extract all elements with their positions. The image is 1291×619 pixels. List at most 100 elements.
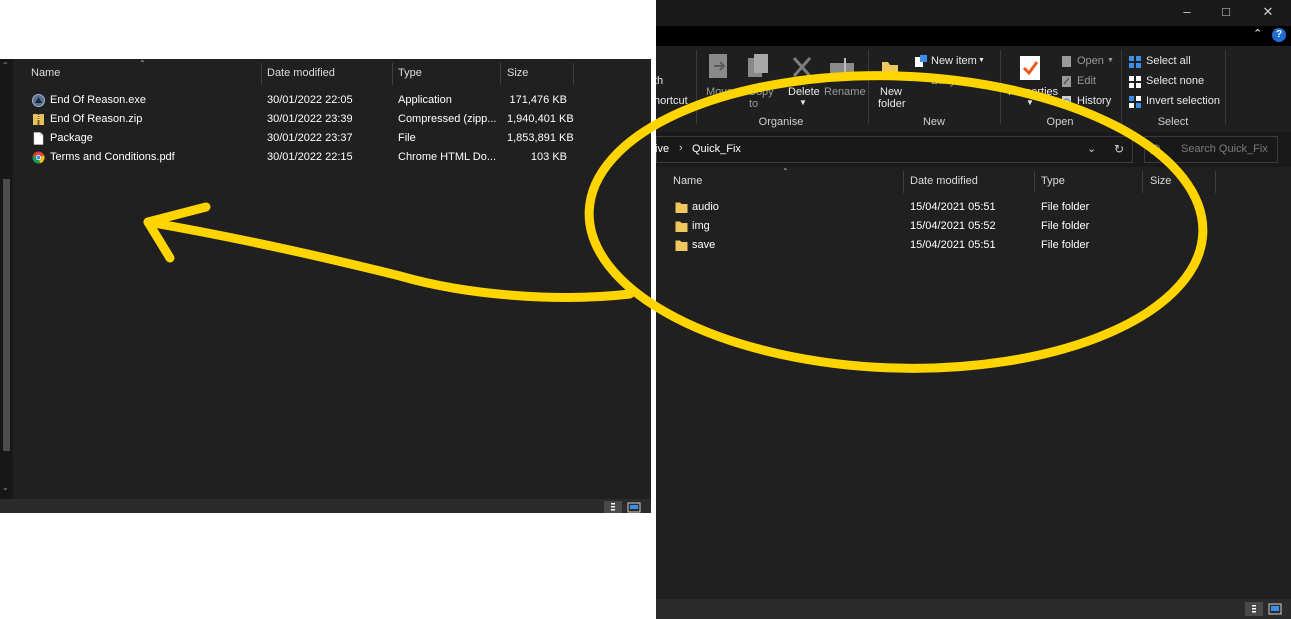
select-group-label: Select <box>1157 116 1189 128</box>
details-view-icon <box>611 503 615 511</box>
copy-to-label[interactable]: Copy <box>748 86 774 98</box>
large-icons-view-button[interactable] <box>1266 602 1284 616</box>
column-header-date[interactable]: Date modified <box>267 59 335 88</box>
title-bar[interactable]: – □ ✕ <box>656 0 1291 26</box>
file-name: Terms and Conditions.pdf <box>50 151 175 163</box>
scrollbar-thumb[interactable] <box>3 179 10 451</box>
file-date: 30/01/2022 22:15 <box>267 151 353 163</box>
large-icons-view-button[interactable] <box>625 501 643 513</box>
sort-ascending-icon: ⌃ <box>782 167 789 176</box>
column-header-type[interactable]: Type <box>1041 167 1065 196</box>
select-none-label: Select none <box>1146 75 1205 87</box>
file-date: 30/01/2022 23:37 <box>267 132 353 144</box>
edit-label: Edit <box>1077 75 1096 87</box>
move-to-icon <box>709 54 727 78</box>
chrome-icon <box>32 151 45 164</box>
search-box[interactable]: Search Quick_Fix <box>1144 136 1278 163</box>
delete-dropdown-icon[interactable]: ▼ <box>799 98 807 107</box>
column-divider[interactable] <box>261 63 262 85</box>
new-folder-label-2[interactable]: folder <box>878 98 906 110</box>
collapse-ribbon-icon[interactable]: ⌃ <box>1253 27 1262 40</box>
folder-icon <box>675 202 688 213</box>
group-divider <box>696 50 697 124</box>
copy-path-label-partial[interactable]: th <box>656 75 663 87</box>
file-date: 30/01/2022 23:39 <box>267 113 353 125</box>
new-folder-icon <box>882 62 898 80</box>
folder-name: audio <box>692 201 719 213</box>
file-row-zip[interactable]: End Of Reason.zip 30/01/2022 23:39 Compr… <box>13 110 643 129</box>
column-divider[interactable] <box>573 63 574 85</box>
properties-label[interactable]: Properties <box>1008 86 1058 98</box>
maximize-icon[interactable]: □ <box>1216 4 1236 20</box>
file-type: Compressed (zipp... <box>398 113 497 125</box>
file-row-pdf[interactable]: Terms and Conditions.pdf 30/01/2022 22:1… <box>13 148 643 167</box>
help-icon[interactable]: ? <box>1272 28 1286 42</box>
copy-to-label-2[interactable]: to <box>749 98 758 110</box>
open-group-label: Open <box>1046 116 1074 128</box>
scroll-down-icon[interactable]: ⌄ <box>2 483 9 492</box>
address-history-dropdown-icon[interactable]: ⌄ <box>1087 142 1096 155</box>
select-none-icon <box>1129 76 1141 88</box>
rename-label[interactable]: Rename <box>824 86 866 98</box>
file-type: Application <box>398 94 452 106</box>
column-divider[interactable] <box>392 63 393 85</box>
right-file-list: ⌃ Name Date modified Type Size audio 15/… <box>656 167 1291 599</box>
rename-button[interactable] <box>828 54 856 82</box>
properties-dropdown-icon[interactable]: ▼ <box>1026 98 1034 107</box>
file-name: End Of Reason.zip <box>50 113 143 125</box>
delete-label[interactable]: Delete <box>788 86 820 98</box>
details-view-button[interactable] <box>1245 602 1263 616</box>
select-all-label: Select all <box>1146 55 1191 67</box>
details-view-button[interactable] <box>604 501 622 513</box>
properties-button[interactable] <box>1018 54 1042 82</box>
column-divider[interactable] <box>1034 171 1035 193</box>
new-item-dropdown-icon: ▼ <box>978 57 985 64</box>
file-row-exe[interactable]: End Of Reason.exe 30/01/2022 22:05 Appli… <box>13 91 643 110</box>
refresh-icon[interactable]: ↻ <box>1114 142 1124 156</box>
file-row-package[interactable]: Package 30/01/2022 23:37 File 1,853,891 … <box>13 129 643 148</box>
file-name: End Of Reason.exe <box>50 94 147 106</box>
column-header-size[interactable]: Size <box>1150 167 1171 196</box>
scroll-up-icon[interactable]: ⌃ <box>2 61 9 70</box>
large-icons-view-icon <box>1268 603 1282 615</box>
left-vertical-scrollbar[interactable]: ⌃ ⌄ <box>0 59 12 499</box>
folder-type: File folder <box>1041 201 1090 213</box>
paste-shortcut-label-partial[interactable]: hortcut <box>656 95 688 107</box>
organise-group-label: Organise <box>758 116 804 128</box>
file-size: 103 KB <box>530 151 567 163</box>
breadcrumb-current[interactable]: Quick_Fix <box>692 143 741 155</box>
folder-name: save <box>692 239 716 251</box>
folder-type: File folder <box>1041 239 1090 251</box>
group-divider <box>1225 50 1226 124</box>
breadcrumb-chevron-icon[interactable]: › <box>679 142 683 154</box>
right-explorer-window: – □ ✕ ⌃ ? th hortcut Move Copy to <box>656 0 1291 619</box>
column-divider[interactable] <box>1142 171 1143 193</box>
column-divider[interactable] <box>903 171 904 193</box>
select-all-icon <box>1129 56 1141 68</box>
history-label: History <box>1077 95 1112 107</box>
folder-row-img[interactable]: img 15/04/2021 05:52 File folder <box>656 217 1286 236</box>
copy-to-icon <box>748 54 768 77</box>
new-folder-button[interactable] <box>880 56 900 82</box>
move-to-label[interactable]: Move <box>706 86 733 98</box>
column-header-date[interactable]: Date modified <box>910 167 978 196</box>
address-bar[interactable]: ive › Quick_Fix ⌄ ↻ <box>656 136 1133 163</box>
column-divider[interactable] <box>500 63 501 85</box>
delete-button[interactable] <box>790 54 814 82</box>
close-icon[interactable]: ✕ <box>1258 4 1278 20</box>
open-label: Open <box>1077 55 1104 67</box>
minimize-icon[interactable]: – <box>1177 4 1197 20</box>
column-divider[interactable] <box>1215 171 1216 193</box>
folder-row-save[interactable]: save 15/04/2021 05:51 File folder <box>656 236 1286 255</box>
file-icon <box>33 132 44 145</box>
exe-icon <box>32 94 45 107</box>
properties-icon <box>1020 56 1040 80</box>
column-header-type[interactable]: Type <box>398 59 422 88</box>
left-status-bar <box>0 499 651 513</box>
breadcrumb-parent[interactable]: ive <box>656 143 669 155</box>
column-header-size[interactable]: Size <box>507 59 528 88</box>
folder-row-audio[interactable]: audio 15/04/2021 05:51 File folder <box>656 198 1286 217</box>
new-folder-label[interactable]: New <box>880 86 902 98</box>
column-header-name[interactable]: Name <box>31 59 60 88</box>
column-header-name[interactable]: Name <box>673 167 702 196</box>
